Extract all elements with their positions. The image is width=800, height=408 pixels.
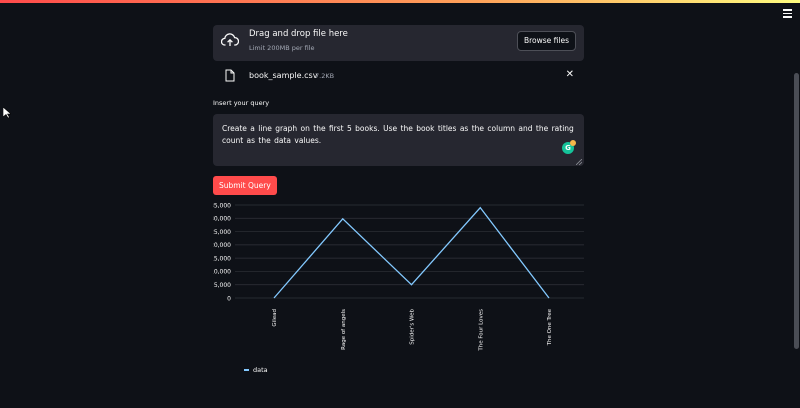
remove-file-icon[interactable]: ✕: [566, 69, 574, 80]
submit-query-button[interactable]: Submit Query: [213, 176, 277, 195]
y-tick-label: 15,000: [213, 255, 231, 262]
query-textarea[interactable]: Create a line graph on the first 5 books…: [213, 114, 584, 166]
line-chart: 0 5,000 10,000 15,000 20,000 25,000 30,000 35,0…: [213, 202, 584, 374]
mouse-cursor-icon: [3, 107, 11, 119]
grammarly-badge: [570, 140, 576, 146]
y-tick-label: 30,000: [213, 216, 231, 223]
y-tick-label: 5,000: [214, 282, 231, 289]
dropzone-title: Drag and drop file here: [249, 29, 348, 39]
y-tick-label: 20,000: [213, 242, 231, 249]
y-tick-label: 0: [227, 295, 231, 302]
query-label: Insert your query: [213, 99, 270, 107]
top-decoration-bar: [0, 0, 800, 3]
uploaded-file-row: book_sample.csv 7.2KB ✕: [213, 67, 584, 85]
file-size: 7.2KB: [315, 72, 335, 80]
scrollbar[interactable]: [794, 73, 799, 349]
x-tick-label: Gilead: [272, 309, 278, 327]
hamburger-menu-icon[interactable]: [783, 9, 792, 18]
browse-files-button[interactable]: Browse files: [516, 31, 576, 51]
x-tick-label: The Four Loves: [478, 309, 484, 352]
legend-label: data: [253, 366, 268, 374]
file-icon: [225, 69, 235, 82]
resize-handle-icon[interactable]: [576, 159, 582, 165]
dropzone-limit: Limit 200MB per file: [249, 44, 315, 52]
x-tick-label: Rage of angels: [341, 309, 347, 350]
cloud-upload-icon: [221, 33, 239, 46]
file-dropzone[interactable]: Drag and drop file here Limit 200MB per …: [213, 25, 584, 61]
y-tick-label: 35,000: [213, 202, 231, 209]
x-tick-label: The One Tree: [547, 308, 553, 346]
x-tick-label: Spider's Web: [410, 308, 416, 344]
y-tick-label: 10,000: [213, 269, 231, 276]
file-name: book_sample.csv: [249, 71, 318, 80]
y-tick-label: 25,000: [213, 229, 231, 236]
